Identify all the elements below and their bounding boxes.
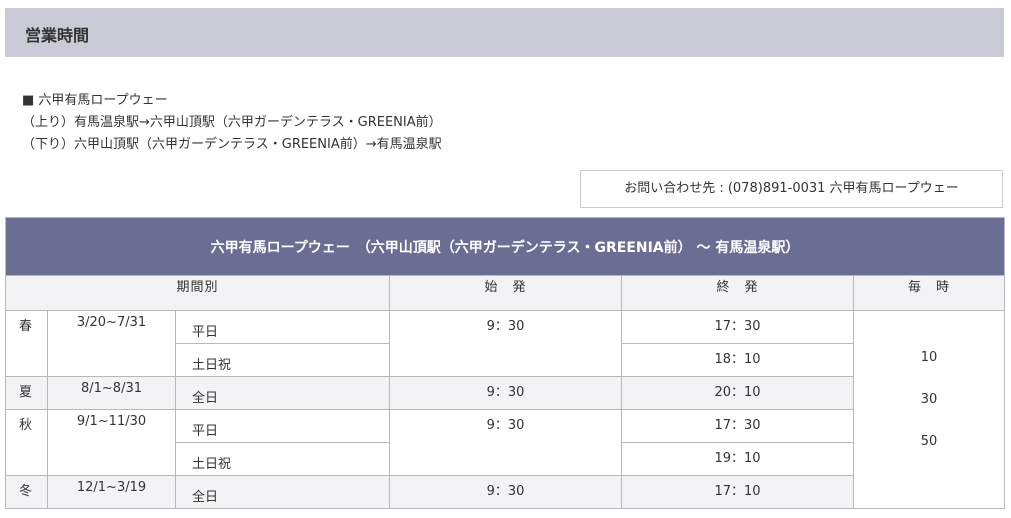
- header-every: 毎 時: [852, 275, 1006, 311]
- season-winter: 冬: [5, 475, 48, 509]
- header-period: 期間別: [5, 275, 390, 311]
- table-row: 春 3/20~7/31 平日 9：30 17：30 10 30 50: [5, 310, 1006, 509]
- first-autumn: 9：30: [389, 409, 622, 476]
- section-header: 営業時間: [5, 8, 1004, 57]
- first-summer: 9：30: [389, 376, 622, 410]
- every-minute: 30: [920, 392, 938, 407]
- last-time: 17：30: [621, 310, 854, 344]
- inquiry-box: お問い合わせ先 : (078)891-0031 六甲有馬ロープウェー: [580, 170, 1003, 208]
- day-type: 全日: [175, 376, 390, 410]
- period-spring: 3/20~7/31: [47, 310, 176, 377]
- period-winter: 12/1~3/19: [47, 475, 176, 509]
- first-spring: 9：30: [389, 310, 622, 377]
- header-first: 始 発: [389, 275, 622, 311]
- period-autumn: 9/1~11/30: [47, 409, 176, 476]
- day-type: 平日: [175, 409, 390, 443]
- every-hour-minutes: 10 30 50: [852, 310, 1006, 509]
- table-caption: 六甲有馬ロープウェー （六甲山頂駅（六甲ガーデンテラス・GREENIA前） ～ …: [4, 217, 1006, 276]
- last-time: 18：10: [621, 343, 854, 377]
- season-autumn: 秋: [5, 409, 48, 476]
- schedule-table: 六甲有馬ロープウェー （六甲山頂駅（六甲ガーデンテラス・GREENIA前） ～ …: [4, 217, 1006, 509]
- every-minute: 50: [920, 434, 938, 449]
- season-spring: 春: [5, 310, 48, 377]
- day-type: 平日: [175, 310, 390, 344]
- day-type: 土日祝: [175, 442, 390, 476]
- last-time: 19：10: [621, 442, 854, 476]
- every-minute: 10: [920, 350, 938, 365]
- route-up: （上り）有馬温泉駅→六甲山頂駅（六甲ガーデンテラス・GREENIA前）: [22, 115, 442, 130]
- first-winter: 9：30: [389, 475, 622, 509]
- last-time: 20：10: [621, 376, 854, 410]
- period-summer: 8/1~8/31: [47, 376, 176, 410]
- season-summer: 夏: [5, 376, 48, 410]
- day-type: 土日祝: [175, 343, 390, 377]
- route-description: ■ 六甲有馬ロープウェー （上り）有馬温泉駅→六甲山頂駅（六甲ガーデンテラス・G…: [22, 90, 442, 156]
- route-down: （下り）六甲山頂駅（六甲ガーデンテラス・GREENIA前）→有馬温泉駅: [22, 137, 442, 152]
- last-time: 17：30: [621, 409, 854, 443]
- day-type: 全日: [175, 475, 390, 509]
- last-time: 17：10: [621, 475, 854, 509]
- section-title: 営業時間: [25, 26, 90, 45]
- route-heading: ■ 六甲有馬ロープウェー: [22, 93, 168, 108]
- header-last: 終 発: [621, 275, 854, 311]
